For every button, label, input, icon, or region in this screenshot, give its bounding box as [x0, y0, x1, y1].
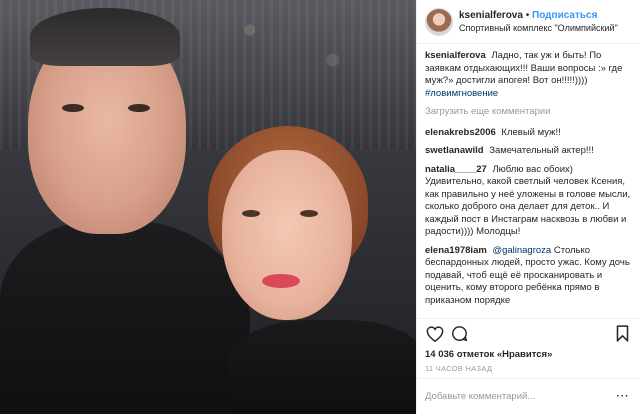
more-options-button[interactable]: ···	[614, 388, 632, 406]
comment-username[interactable]: swetlanawild	[425, 145, 484, 156]
follow-button[interactable]: Подписаться	[532, 10, 597, 21]
add-comment-bar: ···	[417, 378, 640, 414]
load-more-comments-link[interactable]: Загрузить еще комментарии	[425, 106, 632, 119]
bookmark-icon	[616, 325, 628, 342]
woman-right-eye	[300, 210, 318, 217]
action-bar	[417, 318, 640, 348]
comment-item: swetlanawild Замечательный актер!!!	[425, 145, 632, 158]
comment-username[interactable]: elenakrebs2006	[425, 127, 496, 138]
post-side-panel: ksenialferova • Подписаться Спортивный к…	[416, 0, 640, 414]
caption: ksenialferova Ладно, так уж и быть! По з…	[425, 50, 632, 100]
post-photo[interactable]	[0, 0, 416, 414]
instagram-post: ksenialferova • Подписаться Спортивный к…	[0, 0, 640, 414]
location-link[interactable]: Спортивный комплекс "Олимпийский"	[459, 22, 618, 35]
comment-text: Замечательный актер!!!	[489, 145, 594, 156]
man-figure-body	[0, 220, 250, 414]
man-figure-hair	[30, 8, 180, 66]
comment-mention[interactable]: @galinagroza	[492, 245, 551, 256]
post-timestamp[interactable]: 11 часов назад	[417, 362, 640, 378]
comment-username[interactable]: natalia____27	[425, 164, 487, 175]
woman-figure-face	[222, 150, 352, 320]
comment-item: elena1978iam @galinagroza Столько беспар…	[425, 245, 632, 308]
header-text: ksenialferova • Подписаться Спортивный к…	[459, 9, 618, 35]
save-button[interactable]	[610, 322, 634, 346]
man-right-eye	[128, 104, 150, 112]
likes-count[interactable]: 14 036 отметок «Нравится»	[417, 348, 640, 362]
like-button[interactable]	[423, 322, 447, 346]
comment-item: natalia____27 Люблю вас обоих) Удивитель…	[425, 164, 632, 239]
woman-left-eye	[242, 210, 260, 217]
comments-section: ksenialferova Ладно, так уж и быть! По з…	[417, 44, 640, 318]
comment-input[interactable]	[425, 391, 614, 402]
man-left-eye	[62, 104, 84, 112]
comment-item: elenakrebs2006 Клевый муж!!	[425, 127, 632, 140]
comment-username[interactable]: elena1978iam	[425, 245, 487, 256]
woman-figure-body	[228, 320, 416, 414]
comment-button[interactable]	[447, 322, 471, 346]
avatar[interactable]	[425, 7, 453, 36]
comment-text: Клевый муж!!	[501, 126, 561, 138]
post-header: ksenialferova • Подписаться Спортивный к…	[417, 0, 640, 44]
header-username[interactable]: ksenialferova	[459, 10, 523, 21]
heart-icon	[426, 325, 444, 342]
caption-hashtag[interactable]: #ловимгновение	[425, 88, 498, 99]
comment-icon	[451, 326, 467, 342]
header-separator: •	[525, 9, 530, 21]
caption-username[interactable]: ksenialferova	[425, 50, 486, 61]
woman-figure-lips	[262, 274, 300, 288]
